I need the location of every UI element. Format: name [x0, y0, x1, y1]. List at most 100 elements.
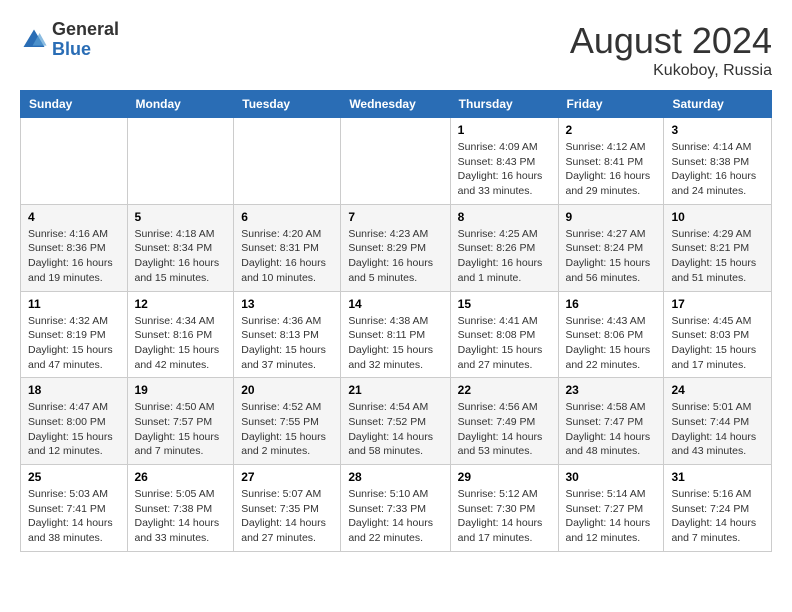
logo-blue-text: Blue [52, 40, 119, 60]
day-info: Sunrise: 4:52 AMSunset: 7:55 PMDaylight:… [241, 400, 333, 459]
day-info: Sunrise: 5:01 AMSunset: 7:44 PMDaylight:… [671, 400, 764, 459]
day-info: Sunrise: 5:07 AMSunset: 7:35 PMDaylight:… [241, 487, 333, 546]
day-number: 11 [28, 297, 120, 311]
calendar-cell: 18 Sunrise: 4:47 AMSunset: 8:00 PMDayligh… [21, 378, 128, 465]
day-number: 20 [241, 383, 333, 397]
day-number: 2 [566, 123, 657, 137]
day-info: Sunrise: 4:41 AMSunset: 8:08 PMDaylight:… [458, 314, 551, 373]
column-header-saturday: Saturday [664, 91, 772, 118]
day-info: Sunrise: 4:29 AMSunset: 8:21 PMDaylight:… [671, 227, 764, 286]
day-number: 21 [348, 383, 442, 397]
day-number: 15 [458, 297, 551, 311]
day-number: 27 [241, 470, 333, 484]
day-number: 8 [458, 210, 551, 224]
day-info: Sunrise: 4:32 AMSunset: 8:19 PMDaylight:… [28, 314, 120, 373]
day-info: Sunrise: 4:54 AMSunset: 7:52 PMDaylight:… [348, 400, 442, 459]
day-info: Sunrise: 4:58 AMSunset: 7:47 PMDaylight:… [566, 400, 657, 459]
calendar-cell: 4 Sunrise: 4:16 AMSunset: 8:36 PMDaylight… [21, 204, 128, 291]
calendar-cell: 26 Sunrise: 5:05 AMSunset: 7:38 PMDayligh… [127, 465, 234, 552]
calendar-cell: 17 Sunrise: 4:45 AMSunset: 8:03 PMDayligh… [664, 291, 772, 378]
column-header-thursday: Thursday [450, 91, 558, 118]
day-number: 3 [671, 123, 764, 137]
day-number: 23 [566, 383, 657, 397]
day-info: Sunrise: 4:25 AMSunset: 8:26 PMDaylight:… [458, 227, 551, 286]
calendar-cell: 30Sunrise: 5:14 AMSunset: 7:27 PMDayligh… [558, 465, 664, 552]
day-number: 25 [28, 470, 120, 484]
calendar-week-row: 4 Sunrise: 4:16 AMSunset: 8:36 PMDaylight… [21, 204, 772, 291]
calendar-table: SundayMondayTuesdayWednesdayThursdayFrid… [20, 90, 772, 552]
calendar-cell: 27 Sunrise: 5:07 AMSunset: 7:35 PMDayligh… [234, 465, 341, 552]
day-number: 17 [671, 297, 764, 311]
calendar-cell: 1 Sunrise: 4:09 AMSunset: 8:43 PMDaylight… [450, 118, 558, 205]
calendar-cell: 16 Sunrise: 4:43 AMSunset: 8:06 PMDayligh… [558, 291, 664, 378]
logo-general-text: General [52, 20, 119, 40]
day-info: Sunrise: 4:12 AMSunset: 8:41 PMDaylight:… [566, 140, 657, 199]
calendar-cell [234, 118, 341, 205]
day-number: 10 [671, 210, 764, 224]
location-subtitle: Kukoboy, Russia [570, 62, 772, 80]
day-number: 13 [241, 297, 333, 311]
month-year-title: August 2024 [570, 20, 772, 62]
column-header-wednesday: Wednesday [341, 91, 450, 118]
calendar-cell: 28Sunrise: 5:10 AMSunset: 7:33 PMDayligh… [341, 465, 450, 552]
calendar-cell: 9Sunrise: 4:27 AMSunset: 8:24 PMDaylight… [558, 204, 664, 291]
day-info: Sunrise: 4:45 AMSunset: 8:03 PMDaylight:… [671, 314, 764, 373]
day-number: 28 [348, 470, 442, 484]
calendar-cell: 11 Sunrise: 4:32 AMSunset: 8:19 PMDayligh… [21, 291, 128, 378]
calendar-cell: 24 Sunrise: 5:01 AMSunset: 7:44 PMDayligh… [664, 378, 772, 465]
day-info: Sunrise: 4:14 AMSunset: 8:38 PMDaylight:… [671, 140, 764, 199]
calendar-header-row: SundayMondayTuesdayWednesdayThursdayFrid… [21, 91, 772, 118]
day-number: 14 [348, 297, 442, 311]
column-header-friday: Friday [558, 91, 664, 118]
logo-text: General Blue [52, 20, 119, 60]
calendar-cell: 7 Sunrise: 4:23 AMSunset: 8:29 PMDaylight… [341, 204, 450, 291]
day-info: Sunrise: 4:23 AMSunset: 8:29 PMDaylight:… [348, 227, 442, 286]
day-info: Sunrise: 4:47 AMSunset: 8:00 PMDaylight:… [28, 400, 120, 459]
day-info: Sunrise: 5:16 AMSunset: 7:24 PMDaylight:… [671, 487, 764, 546]
title-block: August 2024 Kukoboy, Russia [570, 20, 772, 80]
day-number: 16 [566, 297, 657, 311]
day-number: 7 [348, 210, 442, 224]
day-info: Sunrise: 4:36 AMSunset: 8:13 PMDaylight:… [241, 314, 333, 373]
calendar-week-row: 1 Sunrise: 4:09 AMSunset: 8:43 PMDaylight… [21, 118, 772, 205]
logo-icon [20, 26, 48, 54]
calendar-week-row: 18 Sunrise: 4:47 AMSunset: 8:00 PMDayligh… [21, 378, 772, 465]
calendar-cell: 21 Sunrise: 4:54 AMSunset: 7:52 PMDayligh… [341, 378, 450, 465]
day-info: Sunrise: 4:20 AMSunset: 8:31 PMDaylight:… [241, 227, 333, 286]
day-info: Sunrise: 4:34 AMSunset: 8:16 PMDaylight:… [135, 314, 227, 373]
calendar-cell: 6 Sunrise: 4:20 AMSunset: 8:31 PMDaylight… [234, 204, 341, 291]
day-number: 26 [135, 470, 227, 484]
calendar-cell: 20 Sunrise: 4:52 AMSunset: 7:55 PMDayligh… [234, 378, 341, 465]
calendar-cell: 5 Sunrise: 4:18 AMSunset: 8:34 PMDaylight… [127, 204, 234, 291]
day-number: 1 [458, 123, 551, 137]
calendar-cell: 3 Sunrise: 4:14 AMSunset: 8:38 PMDaylight… [664, 118, 772, 205]
day-number: 22 [458, 383, 551, 397]
calendar-cell: 13 Sunrise: 4:36 AMSunset: 8:13 PMDayligh… [234, 291, 341, 378]
calendar-cell: 29 Sunrise: 5:12 AMSunset: 7:30 PMDayligh… [450, 465, 558, 552]
calendar-cell: 22Sunrise: 4:56 AMSunset: 7:49 PMDayligh… [450, 378, 558, 465]
day-number: 31 [671, 470, 764, 484]
day-number: 4 [28, 210, 120, 224]
day-number: 29 [458, 470, 551, 484]
day-number: 18 [28, 383, 120, 397]
calendar-cell [127, 118, 234, 205]
calendar-cell: 31 Sunrise: 5:16 AMSunset: 7:24 PMDayligh… [664, 465, 772, 552]
day-number: 30 [566, 470, 657, 484]
day-info: Sunrise: 5:05 AMSunset: 7:38 PMDaylight:… [135, 487, 227, 546]
day-number: 24 [671, 383, 764, 397]
day-info: Sunrise: 5:12 AMSunset: 7:30 PMDaylight:… [458, 487, 551, 546]
day-number: 19 [135, 383, 227, 397]
day-info: Sunrise: 4:09 AMSunset: 8:43 PMDaylight:… [458, 140, 551, 199]
calendar-cell: 2 Sunrise: 4:12 AMSunset: 8:41 PMDaylight… [558, 118, 664, 205]
day-info: Sunrise: 4:16 AMSunset: 8:36 PMDaylight:… [28, 227, 120, 286]
day-number: 6 [241, 210, 333, 224]
day-info: Sunrise: 5:03 AMSunset: 7:41 PMDaylight:… [28, 487, 120, 546]
day-info: Sunrise: 4:43 AMSunset: 8:06 PMDaylight:… [566, 314, 657, 373]
calendar-cell: 23 Sunrise: 4:58 AMSunset: 7:47 PMDayligh… [558, 378, 664, 465]
page-header: General Blue August 2024 Kukoboy, Russia [20, 20, 772, 80]
day-info: Sunrise: 4:18 AMSunset: 8:34 PMDaylight:… [135, 227, 227, 286]
column-header-tuesday: Tuesday [234, 91, 341, 118]
day-number: 5 [135, 210, 227, 224]
calendar-cell: 14Sunrise: 4:38 AMSunset: 8:11 PMDayligh… [341, 291, 450, 378]
calendar-cell [21, 118, 128, 205]
